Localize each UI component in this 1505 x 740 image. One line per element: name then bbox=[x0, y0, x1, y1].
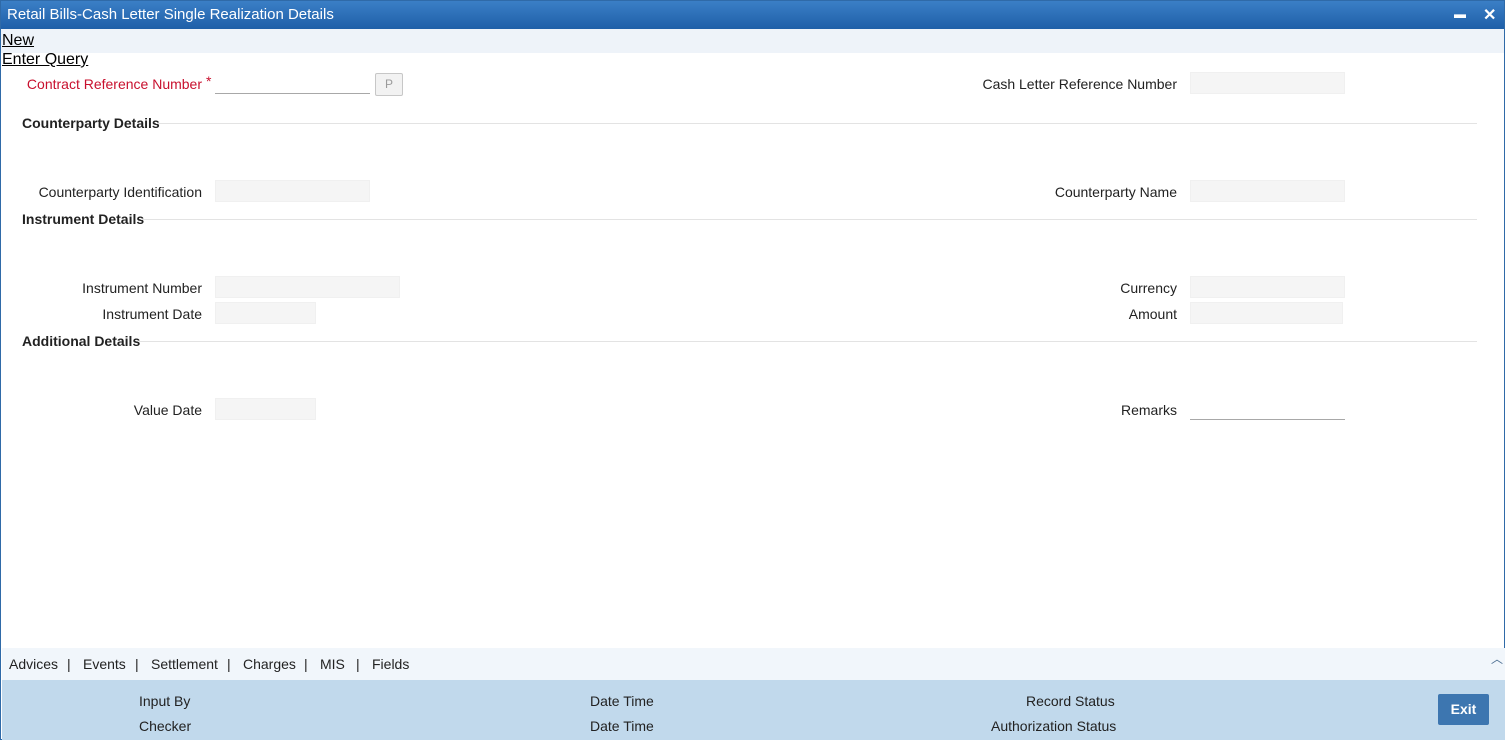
counterparty-name-input[interactable] bbox=[1190, 180, 1345, 202]
instrument-divider bbox=[141, 219, 1477, 220]
counterparty-section-title: Counterparty Details bbox=[22, 115, 160, 131]
scroll-up-icon[interactable]: ︿ bbox=[1491, 650, 1503, 667]
counterparty-id-input[interactable] bbox=[215, 180, 370, 202]
tab-separator: | bbox=[135, 656, 139, 672]
checker-label: Checker bbox=[139, 718, 192, 734]
additional-section-title: Additional Details bbox=[22, 333, 141, 349]
instrument-section-title: Instrument Details bbox=[22, 211, 145, 227]
realization-details-window: Retail Bills-Cash Letter Single Realizat… bbox=[0, 0, 1505, 740]
tab-separator: | bbox=[356, 656, 360, 672]
exit-button[interactable]: Exit bbox=[1438, 694, 1489, 725]
currency-label: Currency bbox=[1120, 280, 1177, 296]
tab-charges[interactable]: Charges bbox=[243, 656, 296, 672]
tab-advices[interactable]: Advices bbox=[9, 656, 58, 672]
tab-settlement[interactable]: Settlement bbox=[151, 656, 218, 672]
cash-letter-reference-label: Cash Letter Reference Number bbox=[982, 76, 1177, 92]
additional-divider bbox=[139, 341, 1477, 342]
counterparty-name-label: Counterparty Name bbox=[1054, 184, 1177, 200]
tab-separator: | bbox=[67, 656, 71, 672]
amount-label: Amount bbox=[1128, 306, 1177, 322]
title-bar: Retail Bills-Cash Letter Single Realizat… bbox=[1, 1, 1504, 29]
date-time-label-1: Date Time bbox=[590, 693, 654, 709]
contract-reference-input[interactable] bbox=[215, 72, 370, 94]
toolbar bbox=[1, 29, 1504, 53]
close-icon[interactable]: ✕ bbox=[1483, 5, 1496, 25]
tab-separator: | bbox=[227, 656, 231, 672]
tab-fields[interactable]: Fields bbox=[372, 656, 409, 672]
p-button[interactable]: P bbox=[375, 73, 403, 96]
currency-input[interactable] bbox=[1190, 276, 1345, 298]
tab-mis[interactable]: MIS bbox=[320, 656, 345, 672]
remarks-label: Remarks bbox=[1120, 402, 1177, 418]
cash-letter-reference-input[interactable] bbox=[1190, 72, 1345, 94]
record-status-label: Record Status bbox=[1026, 693, 1115, 709]
contract-reference-label: Contract Reference Number bbox=[26, 76, 202, 92]
enter-query-link[interactable]: Enter Query bbox=[2, 51, 88, 69]
required-marker: * bbox=[206, 73, 212, 89]
instrument-number-label: Instrument Number bbox=[82, 280, 202, 296]
counterparty-divider bbox=[156, 123, 1477, 124]
input-by-label: Input By bbox=[139, 693, 191, 709]
value-date-label: Value Date bbox=[133, 402, 202, 418]
instrument-date-input[interactable] bbox=[215, 302, 316, 324]
authorization-status-label: Authorization Status bbox=[991, 718, 1117, 734]
minimize-icon[interactable]: ▬ bbox=[1454, 7, 1466, 21]
tab-separator: | bbox=[304, 656, 308, 672]
instrument-date-label: Instrument Date bbox=[102, 306, 202, 322]
instrument-number-input[interactable] bbox=[215, 276, 400, 298]
subsystem-tabs: Advices | Events | Settlement | Charges … bbox=[2, 648, 1505, 680]
counterparty-id-label: Counterparty Identification bbox=[38, 184, 202, 200]
window-title: Retail Bills-Cash Letter Single Realizat… bbox=[7, 6, 334, 23]
date-time-label-2: Date Time bbox=[590, 718, 654, 734]
new-link[interactable]: New bbox=[2, 32, 34, 50]
value-date-input[interactable] bbox=[215, 398, 316, 420]
audit-footer: Input By Date Time Record Status Checker… bbox=[2, 680, 1505, 740]
amount-input[interactable] bbox=[1190, 302, 1343, 324]
tab-events[interactable]: Events bbox=[83, 656, 126, 672]
remarks-input[interactable] bbox=[1190, 398, 1345, 420]
